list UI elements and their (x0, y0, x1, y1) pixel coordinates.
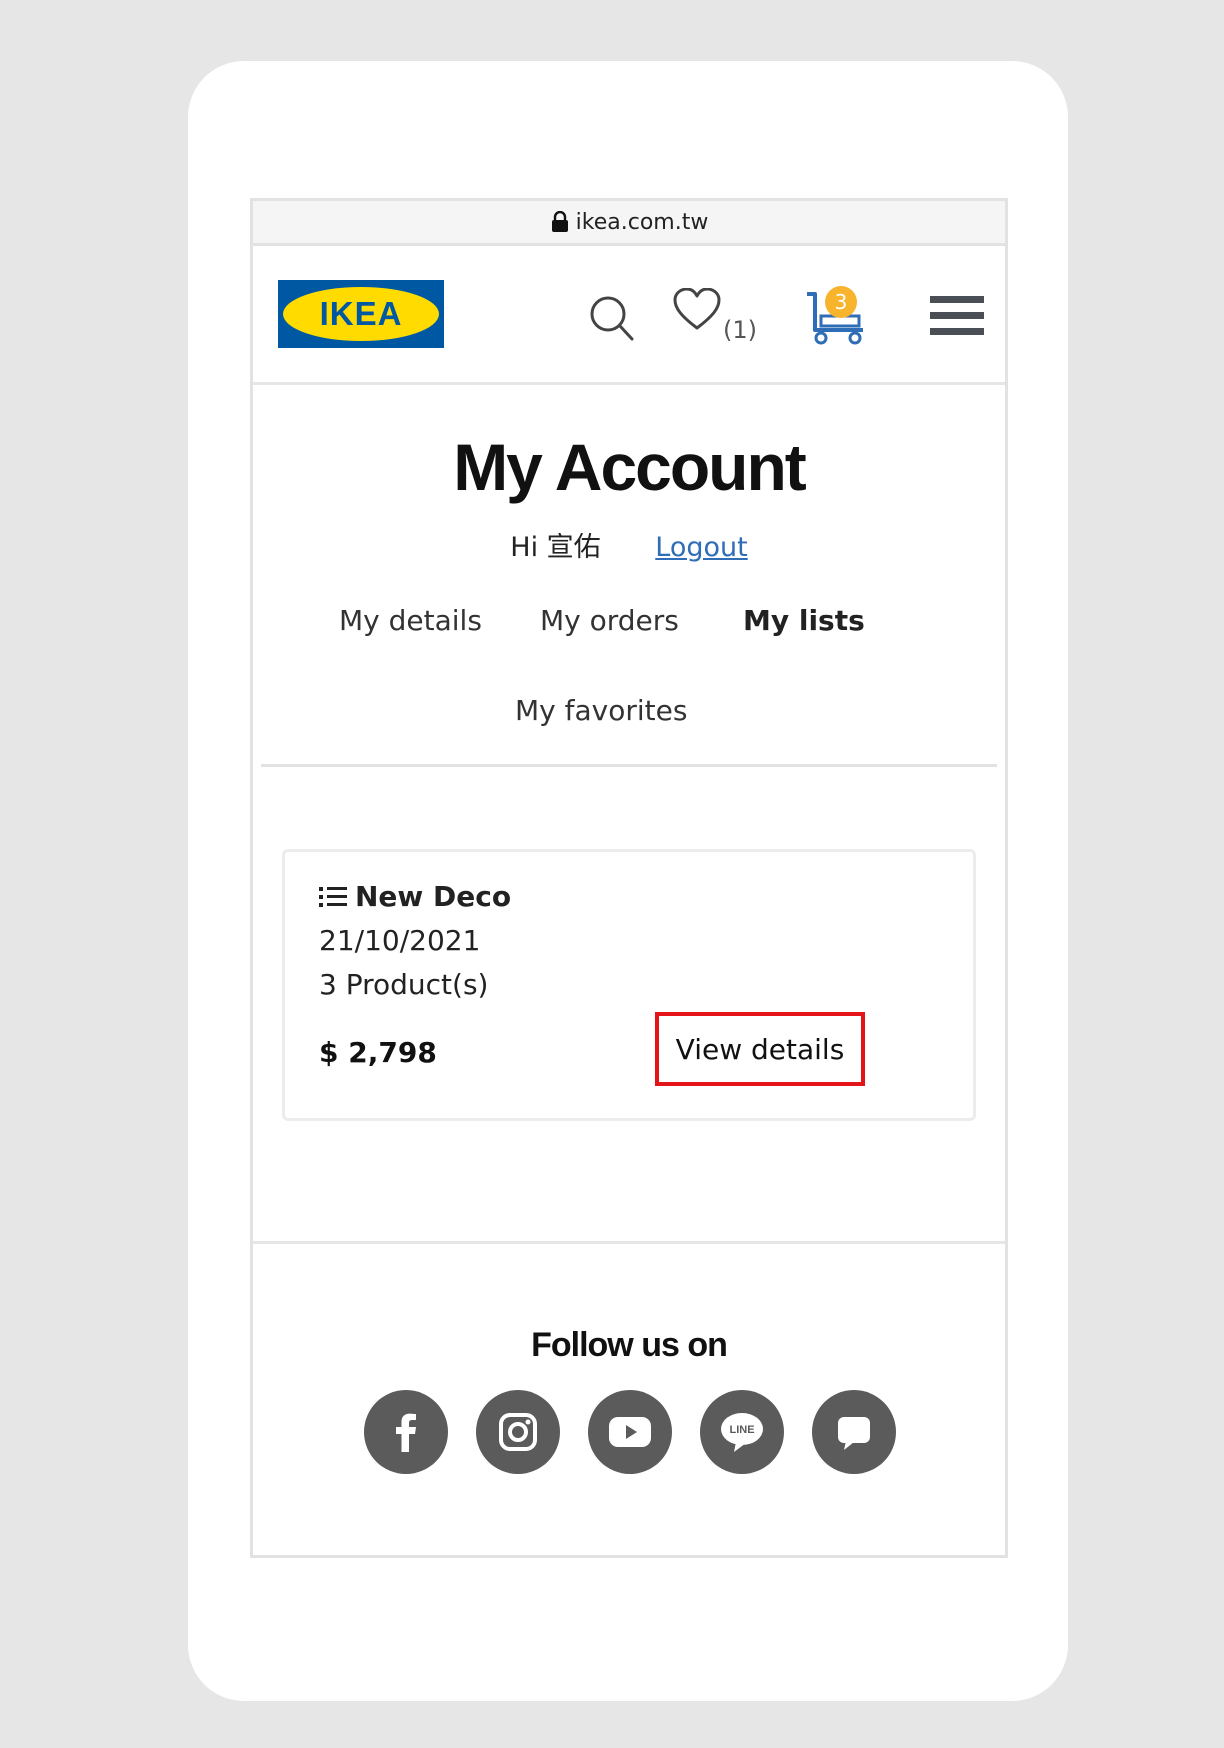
page-title: My Account (453, 430, 807, 504)
address-bar[interactable]: ikea.com.tw (253, 201, 1005, 246)
heart-icon (673, 287, 721, 330)
facebook-icon[interactable] (364, 1390, 448, 1474)
tab-my-favorites[interactable]: My favorites (515, 694, 687, 727)
chat-icon[interactable] (812, 1390, 896, 1474)
svg-text:LINE: LINE (729, 1424, 754, 1436)
logout-link[interactable]: Logout (655, 532, 747, 563)
site-header: IKEA (1) 3 (253, 246, 1005, 385)
list-icon (319, 886, 347, 907)
search-button[interactable] (588, 294, 636, 342)
tab-my-lists[interactable]: My lists (743, 604, 865, 637)
site-footer: Follow us on LINE (253, 1241, 1005, 1555)
menu-button[interactable] (930, 296, 984, 340)
list-name-row: New Deco (319, 880, 511, 913)
tab-my-details[interactable]: My details (339, 604, 482, 637)
list-date: 21/10/2021 (319, 924, 481, 957)
wishlist-button[interactable]: (1) (673, 287, 763, 344)
url-text: ikea.com.tw (575, 209, 709, 235)
youtube-icon[interactable] (588, 1390, 672, 1474)
view-details-button[interactable]: View details (655, 1012, 865, 1086)
browser-screen: ikea.com.tw IKEA (1) 3 My Account Hi 宣佑 … (250, 198, 1008, 1558)
greeting-row: Hi 宣佑 Logout (253, 525, 1005, 564)
line-icon[interactable]: LINE (700, 1390, 784, 1474)
search-icon (590, 296, 634, 341)
list-product-count: 3 Product(s) (319, 968, 489, 1001)
greeting-text: Hi 宣佑 (510, 532, 601, 563)
list-name: New Deco (355, 880, 512, 913)
cart-button[interactable]: 3 (805, 284, 869, 346)
logo-text: IKEA (320, 295, 403, 332)
follow-us-heading: Follow us on (531, 1326, 728, 1364)
social-links: LINE (364, 1390, 924, 1474)
wishlist-count: (1) (723, 316, 757, 344)
ikea-logo[interactable]: IKEA (278, 280, 444, 348)
account-tabs: My details My orders My lists My favorit… (261, 564, 997, 767)
lock-icon (551, 211, 568, 232)
instagram-icon[interactable] (476, 1390, 560, 1474)
list-card: New Deco 21/10/2021 3 Product(s) $ 2,798… (282, 849, 976, 1121)
list-price: $ 2,798 (319, 1036, 437, 1069)
hamburger-icon (930, 296, 984, 303)
tab-my-orders[interactable]: My orders (540, 604, 679, 637)
cart-badge: 3 (825, 286, 857, 318)
